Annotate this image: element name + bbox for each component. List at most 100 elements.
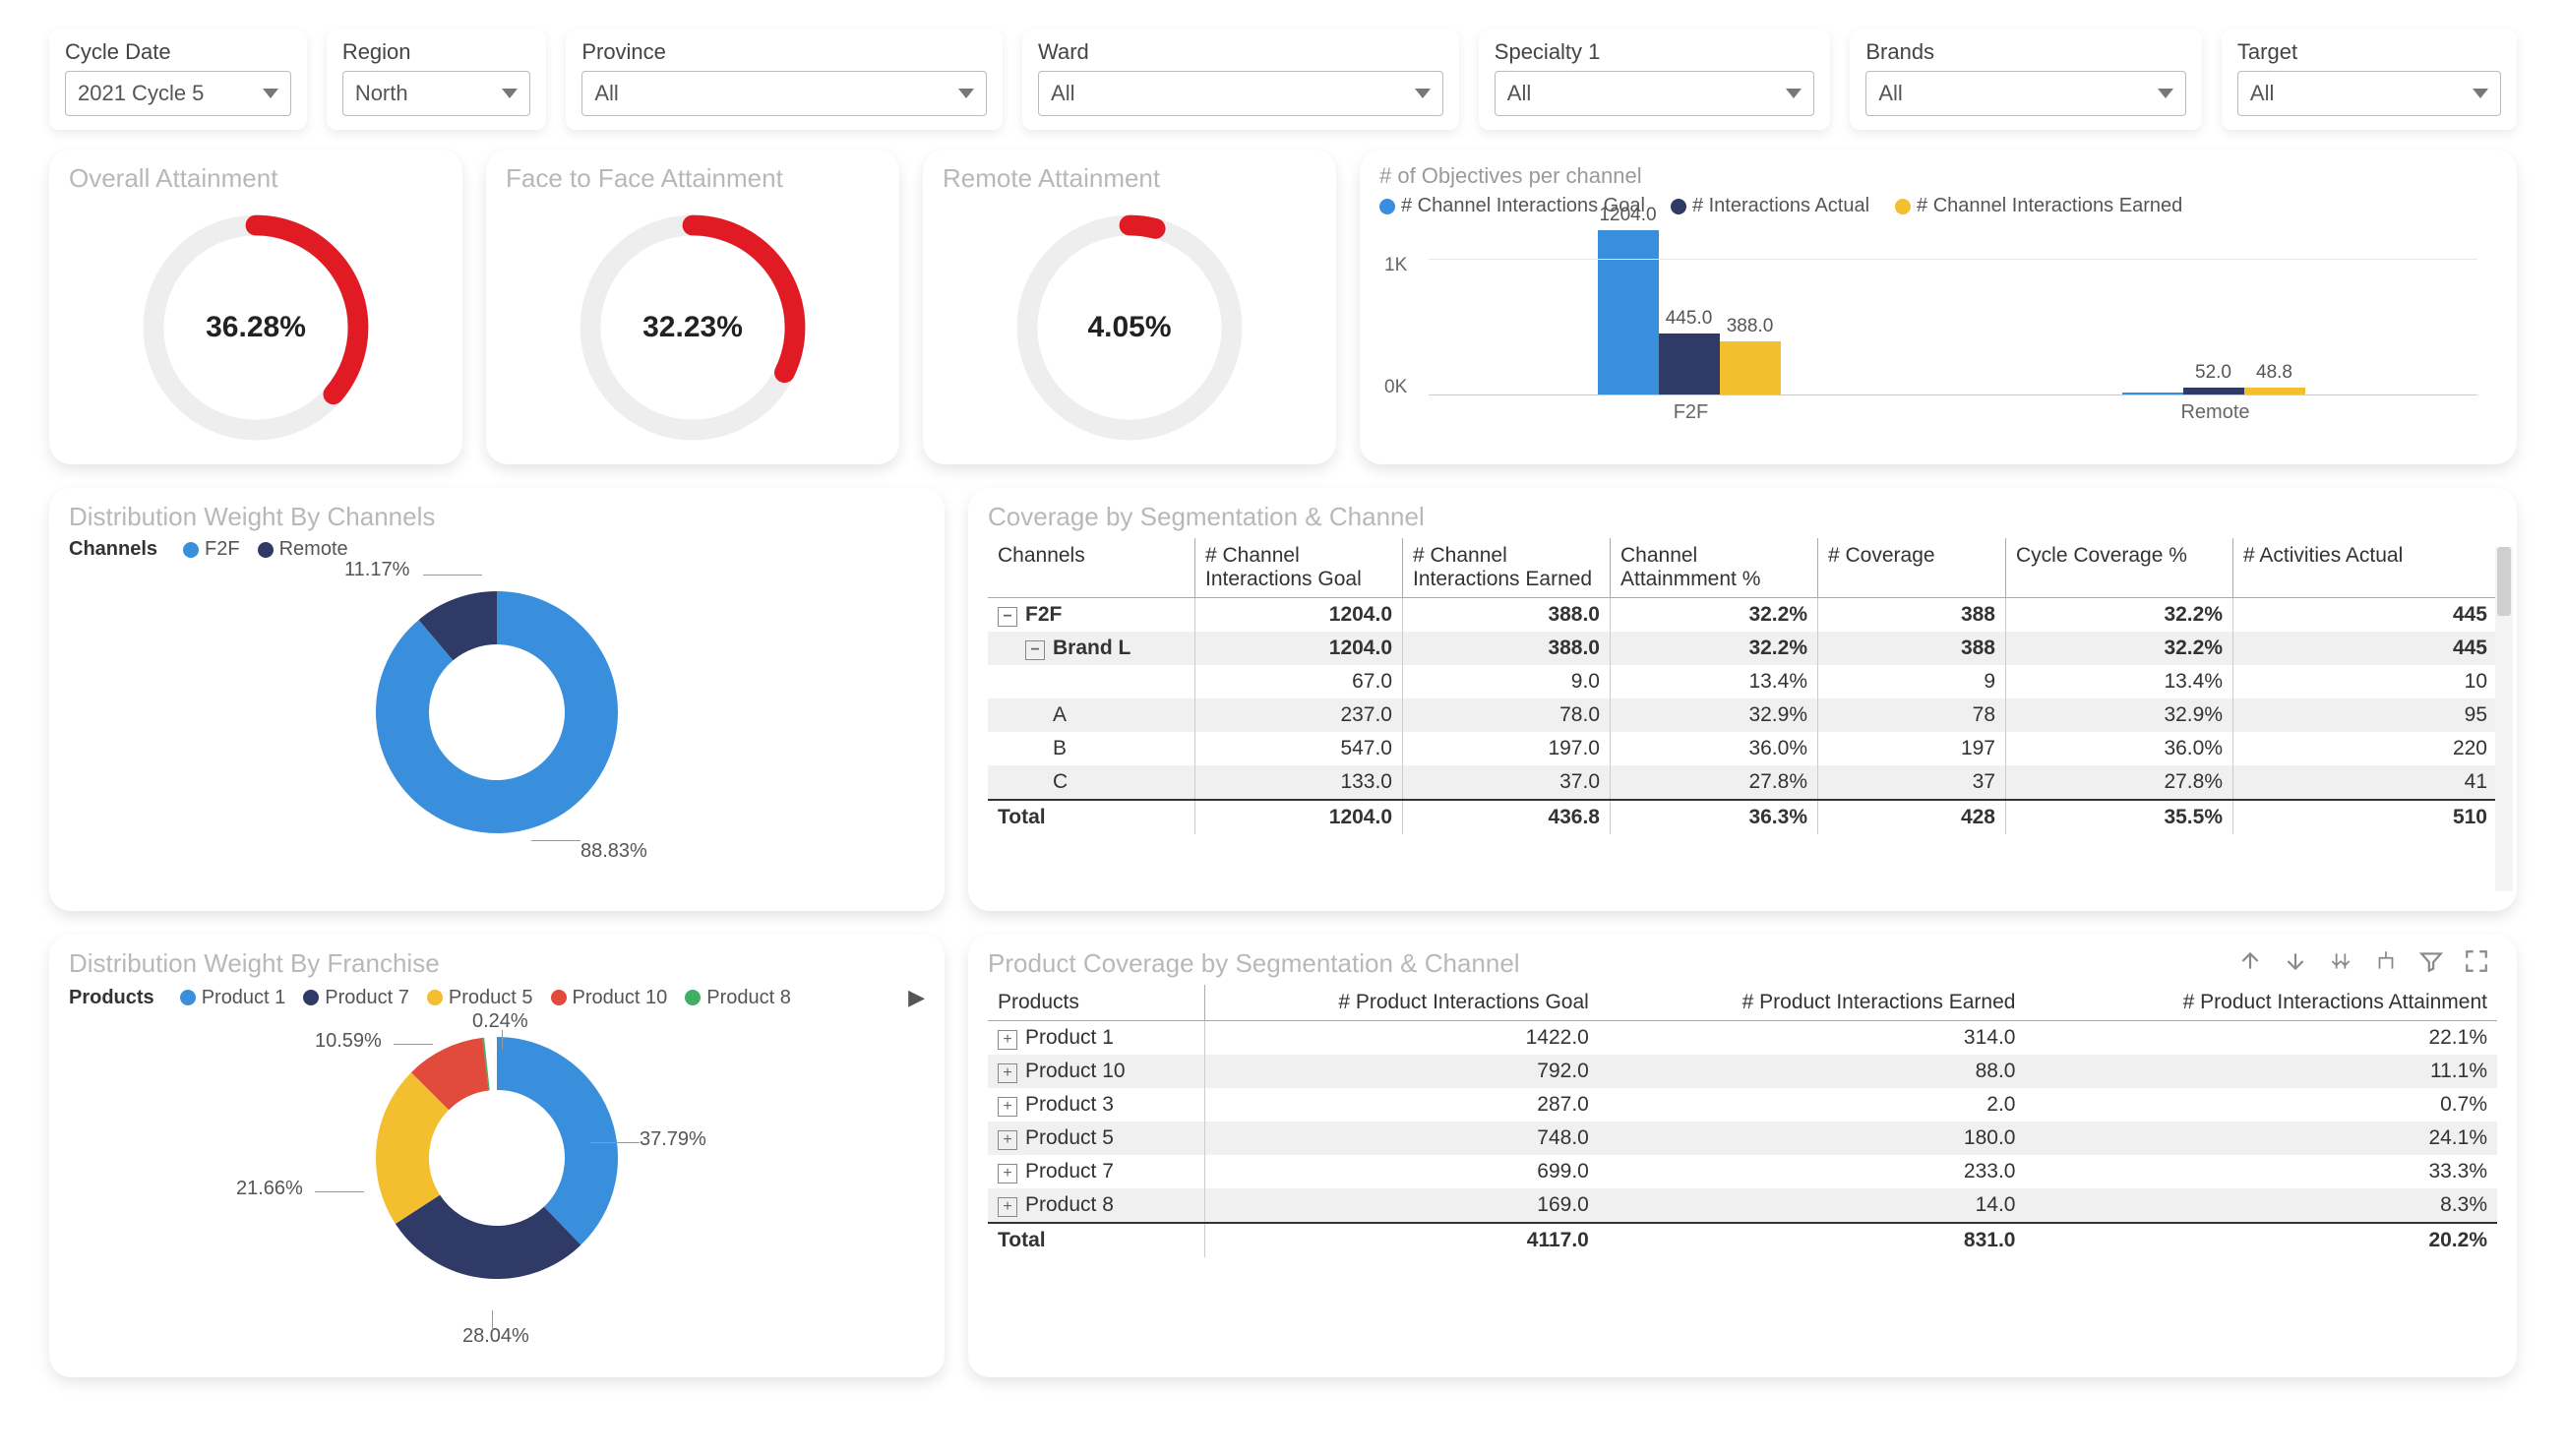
select-value: All: [1051, 81, 1074, 106]
chevron-down-icon: [2473, 89, 2488, 98]
select-value: All: [2250, 81, 2274, 106]
legend-more-icon[interactable]: ▶: [908, 985, 925, 1010]
table-row[interactable]: A237.078.032.9%7832.9%95: [988, 698, 2497, 732]
col-attainment[interactable]: Channel Attainmment %: [1611, 538, 1818, 598]
table-row[interactable]: −Brand L1204.0388.032.2%38832.2%445: [988, 632, 2497, 665]
legend-item[interactable]: F2F: [183, 538, 240, 560]
target-select[interactable]: All: [2237, 71, 2501, 116]
scrollbar[interactable]: [2495, 547, 2513, 891]
expand-icon[interactable]: +: [998, 1030, 1017, 1050]
legend-item[interactable]: Product 1: [180, 987, 286, 1008]
bar-label: 48.8: [2256, 362, 2292, 384]
col-coverage[interactable]: # Coverage: [1818, 538, 2006, 598]
donut-slice[interactable]: [436, 618, 497, 640]
donut-legend: Products Product 1 Product 7 Product 5 Prod…: [69, 985, 925, 1010]
card-dist-channels: Distribution Weight By Channels Channels…: [49, 488, 945, 911]
specialty1-select[interactable]: All: [1495, 71, 1815, 116]
bar-actual[interactable]: [1659, 334, 1720, 394]
collapse-icon[interactable]: −: [1025, 640, 1045, 660]
table-row[interactable]: 67.09.013.4%913.4%10: [988, 665, 2497, 698]
focus-mode-icon[interactable]: [2460, 944, 2493, 978]
col-cycle-coverage[interactable]: Cycle Coverage %: [2006, 538, 2233, 598]
donut-slice[interactable]: [402, 1091, 430, 1209]
region-select[interactable]: North: [342, 71, 531, 116]
bar-earned[interactable]: [1720, 341, 1781, 394]
dot-icon: [258, 542, 274, 558]
brands-select[interactable]: All: [1865, 71, 2186, 116]
bar-goal[interactable]: [2122, 393, 2183, 394]
col-earned[interactable]: # Product Interactions Earned: [1599, 985, 2026, 1021]
table-row[interactable]: C133.037.027.8%3727.8%41: [988, 765, 2497, 800]
ward-select[interactable]: All: [1038, 71, 1443, 116]
filter-region: Region North: [327, 30, 547, 130]
dot-icon: [1671, 199, 1686, 214]
filter-label: Specialty 1: [1495, 39, 1815, 65]
filter-province: Province All: [566, 30, 1003, 130]
col-products[interactable]: Products: [988, 985, 1205, 1021]
donut-label: 10.59%: [315, 1030, 382, 1053]
bar-earned[interactable]: [2244, 388, 2305, 394]
axis-category: F2F: [1429, 401, 1953, 424]
legend-title: Products: [69, 987, 154, 1009]
row-channels-coverage: Distribution Weight By Channels Channels…: [49, 488, 2517, 911]
scrollbar-thumb[interactable]: [2497, 547, 2511, 616]
dot-icon: [1379, 199, 1395, 214]
select-value: All: [594, 81, 618, 106]
card-title: Overall Attainment: [69, 163, 443, 194]
gauge-overall: 36.28%: [69, 200, 443, 455]
col-earned[interactable]: # Channel Interactions Earned: [1403, 538, 1611, 598]
table-total-row: Total4117.0831.020.2%: [988, 1223, 2497, 1257]
donut-slice[interactable]: [402, 618, 591, 807]
table-row[interactable]: +Product 11422.0314.022.1%: [988, 1021, 2497, 1056]
legend-item[interactable]: Product 8: [685, 987, 791, 1008]
table-row[interactable]: +Product 5748.0180.024.1%: [988, 1122, 2497, 1155]
expand-icon[interactable]: +: [998, 1164, 1017, 1183]
legend-item[interactable]: Remote: [258, 538, 348, 560]
legend-item[interactable]: Product 10: [551, 987, 668, 1008]
select-value: All: [1878, 81, 1902, 106]
cycle-date-select[interactable]: 2021 Cycle 5: [65, 71, 291, 116]
legend-item[interactable]: Product 5: [427, 987, 533, 1008]
table-row[interactable]: +Product 8169.014.08.3%: [988, 1188, 2497, 1223]
table-row[interactable]: +Product 3287.02.00.7%: [988, 1088, 2497, 1122]
dot-icon: [303, 990, 319, 1005]
card-f2f-attainment: Face to Face Attainment 32.23%: [486, 150, 899, 464]
card-overall-attainment: Overall Attainment 36.28%: [49, 150, 462, 464]
drill-up-icon[interactable]: [2233, 944, 2267, 978]
donut-slice[interactable]: [497, 1063, 591, 1226]
col-goal[interactable]: # Channel Interactions Goal: [1195, 538, 1403, 598]
chevron-down-icon: [2158, 89, 2173, 98]
expand-icon[interactable]: +: [998, 1063, 1017, 1083]
col-attainment[interactable]: # Product Interactions Attainment: [2025, 985, 2497, 1021]
dot-icon: [427, 990, 443, 1005]
card-coverage: Coverage by Segmentation & Channel Chann…: [968, 488, 2517, 911]
expand-icon[interactable]: +: [998, 1197, 1017, 1217]
bar-goal[interactable]: [1598, 230, 1659, 394]
card-title: # of Objectives per channel: [1379, 163, 2497, 189]
table-row[interactable]: +Product 7699.0233.033.3%: [988, 1155, 2497, 1188]
filter-icon[interactable]: [2414, 944, 2448, 978]
donut-label: 37.79%: [640, 1128, 706, 1151]
donut-franchise: 37.79%28.04%21.66%10.59%0.24%: [69, 1010, 925, 1345]
expand-icon[interactable]: +: [998, 1097, 1017, 1117]
col-channels[interactable]: Channels: [988, 538, 1195, 598]
table-row[interactable]: +Product 10792.088.011.1%: [988, 1055, 2497, 1088]
bar-actual[interactable]: [2183, 388, 2244, 394]
filter-specialty1: Specialty 1 All: [1479, 30, 1831, 130]
collapse-icon[interactable]: −: [998, 607, 1017, 627]
table-row[interactable]: Total1204.0436.836.3%42835.5%510: [988, 800, 2497, 834]
col-activities[interactable]: # Activities Actual: [2233, 538, 2498, 598]
legend-item[interactable]: Product 7: [303, 987, 409, 1008]
table-row[interactable]: B547.0197.036.0%19736.0%220: [988, 732, 2497, 765]
col-goal[interactable]: # Product Interactions Goal: [1205, 985, 1599, 1021]
donut-slice[interactable]: [430, 1064, 485, 1091]
expand-icon[interactable]: +: [998, 1130, 1017, 1150]
province-select[interactable]: All: [581, 71, 987, 116]
table-row[interactable]: −F2F1204.0388.032.2%38832.2%445: [988, 598, 2497, 633]
drill-down-icon[interactable]: [2279, 944, 2312, 978]
hierarchy-icon[interactable]: [2369, 944, 2403, 978]
gauge-value: 4.05%: [1087, 311, 1171, 344]
donut-slice[interactable]: [417, 1209, 562, 1252]
card-title: Face to Face Attainment: [506, 163, 880, 194]
expand-down-icon[interactable]: [2324, 944, 2357, 978]
